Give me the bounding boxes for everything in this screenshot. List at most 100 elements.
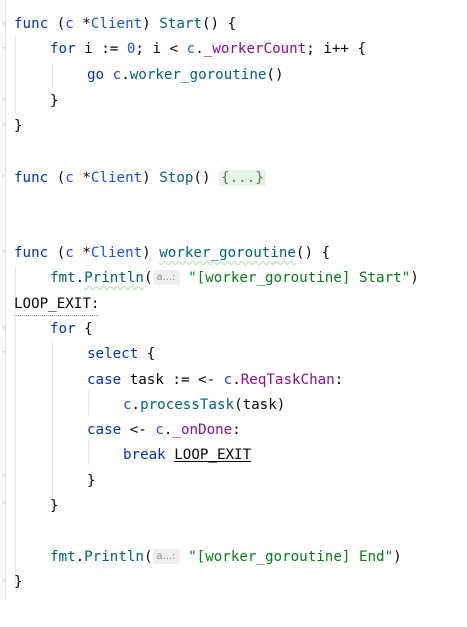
token: c <box>65 16 74 32</box>
token: ( <box>143 549 153 565</box>
token: ) <box>142 16 160 32</box>
token: _workerCount <box>203 41 307 57</box>
code-line[interactable]: } <box>50 494 59 519</box>
token: i := <box>75 41 127 57</box>
fold-marker-icon[interactable]: ▿ <box>1 44 9 54</box>
token: * <box>73 245 91 261</box>
token: func <box>14 170 49 186</box>
token: worker_goroutine <box>129 67 267 83</box>
token: "[worker_goroutine] Start" <box>188 270 411 286</box>
fold-marker-icon[interactable]: ▹ <box>1 171 9 181</box>
fold-marker-icon[interactable]: ▵ <box>1 575 9 585</box>
token: ; i++ { <box>306 41 367 57</box>
token: c <box>112 67 122 83</box>
gutter <box>5 0 6 600</box>
collapsed-block[interactable]: {...} <box>219 170 266 186</box>
code-line[interactable]: } <box>87 469 96 494</box>
token: . <box>75 270 85 286</box>
token: ( <box>48 245 66 261</box>
token: go <box>87 67 105 83</box>
code-line[interactable]: func (c *Client) Stop() {...} <box>14 166 266 191</box>
fold-marker-icon[interactable]: ▿ <box>1 247 9 257</box>
code-line[interactable]: } <box>14 114 23 139</box>
token: Client <box>90 16 143 32</box>
fold-marker-icon[interactable]: ▿ <box>1 323 9 333</box>
token: func <box>14 245 49 261</box>
token: c <box>65 245 74 261</box>
token: fmt <box>50 549 76 565</box>
token: c <box>223 372 233 388</box>
token: select <box>87 346 139 362</box>
code-line[interactable]: select { <box>87 342 155 367</box>
token: () { <box>201 16 237 32</box>
token: ( <box>143 270 153 286</box>
token: . <box>195 41 204 57</box>
token: () <box>193 170 220 186</box>
code-line[interactable]: } <box>14 570 23 595</box>
token: ) <box>393 549 402 565</box>
token: ( <box>48 16 66 32</box>
token: func <box>14 16 49 32</box>
parameter-hint: a...: <box>152 270 180 285</box>
token: . <box>75 549 85 565</box>
token: ( <box>48 170 66 186</box>
token: case <box>87 372 122 388</box>
fold-marker-icon[interactable]: ▵ <box>1 94 9 104</box>
code-line[interactable]: break LOOP_EXIT <box>123 443 251 468</box>
token: . <box>232 372 241 388</box>
token: Println <box>84 549 144 565</box>
token: : <box>232 422 241 438</box>
token: * <box>73 16 91 32</box>
token: "[worker_goroutine] End" <box>188 549 394 565</box>
token: <- <box>121 422 156 438</box>
code-line[interactable]: LOOP_EXIT: <box>14 292 100 316</box>
token: Println <box>84 270 144 286</box>
token: . <box>131 397 141 413</box>
token: c <box>123 397 132 413</box>
code-line[interactable]: go c.worker_goroutine() <box>87 63 284 88</box>
token: (task) <box>234 397 286 413</box>
code-line[interactable]: fmt.Println(a...: "[worker_goroutine] En… <box>50 545 402 570</box>
code-line[interactable]: case <- c._onDone: <box>87 418 241 443</box>
code-line[interactable]: func (c *Client) Start() { <box>14 12 236 37</box>
token: * <box>73 170 91 186</box>
token: worker_goroutine <box>159 245 296 261</box>
fold-marker-icon[interactable]: ▿ <box>1 19 9 29</box>
code-line[interactable]: for { <box>50 317 93 342</box>
fold-marker-icon[interactable]: ▿ <box>1 348 9 358</box>
fold-marker-icon[interactable]: ▵ <box>1 119 9 129</box>
token: Stop <box>159 170 194 186</box>
code-editor[interactable]: ▿ ▿ ▵ ▵ ▹ ▿ ▿ ▿ ▵ ▵ ▵ func (c *Client) S… <box>0 0 467 627</box>
indent-guide <box>52 63 53 88</box>
fold-marker-icon[interactable]: ▵ <box>1 470 9 480</box>
code-line[interactable]: case task := <- c.ReqTaskChan: <box>87 368 343 393</box>
token: () { <box>295 245 331 261</box>
token: _onDone <box>172 422 233 438</box>
token: ReqTaskChan <box>240 372 335 388</box>
code-line[interactable]: func (c *Client) worker_goroutine() { <box>14 241 330 266</box>
label-reference[interactable]: LOOP_EXIT <box>174 447 251 463</box>
token: for <box>50 41 76 57</box>
token: Client <box>90 245 143 261</box>
indent-guide <box>52 340 53 512</box>
code-line[interactable]: for i := 0; i < c._workerCount; i++ { <box>50 37 366 62</box>
token: Start <box>159 16 202 32</box>
token: . <box>121 67 130 83</box>
token: ; i < <box>135 41 187 57</box>
token: Client <box>90 170 143 186</box>
token: c <box>65 170 74 186</box>
code-line[interactable]: } <box>50 89 59 114</box>
code-line[interactable]: fmt.Println(a...: "[worker_goroutine] St… <box>50 266 419 291</box>
token: c <box>155 422 164 438</box>
code-line[interactable]: c.processTask(task) <box>123 393 285 418</box>
fold-marker-icon[interactable]: ▵ <box>1 497 9 507</box>
token: { <box>138 346 156 362</box>
token: { <box>75 321 93 337</box>
indent-guide <box>88 390 89 415</box>
indent-guide <box>88 440 89 465</box>
token: ) <box>142 170 160 186</box>
parameter-hint: a...: <box>152 549 180 564</box>
